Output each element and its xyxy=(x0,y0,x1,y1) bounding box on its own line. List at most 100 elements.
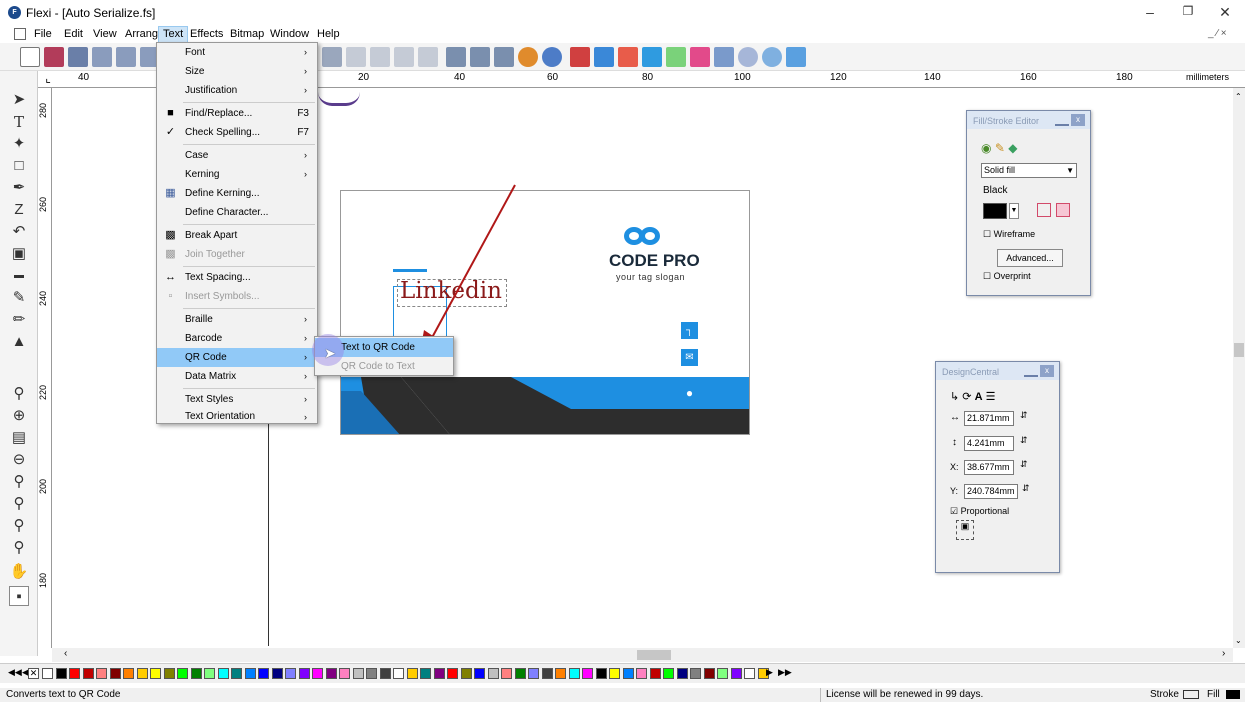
menu-effects[interactable]: Effects xyxy=(186,26,227,43)
menu-item-kerning[interactable]: Kerning › xyxy=(157,165,317,184)
zoom-fit-icon[interactable]: ⚲ xyxy=(9,472,29,492)
menu-bitmap[interactable]: Bitmap xyxy=(226,26,268,43)
y-spinner[interactable]: ⇵ xyxy=(1022,483,1030,494)
new-document-icon[interactable] xyxy=(20,47,40,67)
menu-item-break-apart[interactable]: ▩ Break Apart xyxy=(157,226,317,245)
zoom-in-icon[interactable]: ⊕ xyxy=(9,406,29,426)
production-icon[interactable] xyxy=(570,47,590,67)
color-swatch[interactable] xyxy=(447,668,458,679)
color-swatch[interactable] xyxy=(204,668,215,679)
color-swatch[interactable] xyxy=(609,668,620,679)
upload-icon[interactable] xyxy=(762,47,782,67)
color-swatch[interactable] xyxy=(541,668,553,679)
color-swatch[interactable] xyxy=(622,668,634,679)
menu-item-text-orientation[interactable]: Text Orientation › xyxy=(157,409,317,425)
panel-close-button[interactable]: x xyxy=(1040,365,1054,377)
color-swatch[interactable] xyxy=(150,668,161,679)
rectangle-tool-icon[interactable]: □ xyxy=(9,156,29,176)
measure-tool-icon[interactable]: ▬ xyxy=(9,266,29,286)
restore-button[interactable]: ❐ xyxy=(1173,4,1203,22)
text-tab-icon[interactable]: A xyxy=(975,391,983,403)
zoom-all-icon[interactable]: ⚲ xyxy=(9,516,29,536)
palette-last-icon[interactable]: ▶▶ xyxy=(778,667,792,678)
color-swatch[interactable] xyxy=(663,668,674,679)
vertical-scroll-thumb[interactable] xyxy=(1234,343,1244,357)
undo-list-icon[interactable] xyxy=(370,47,390,67)
ruler-origin-icon[interactable]: ⌞ xyxy=(38,71,58,88)
zoom-out-icon[interactable]: ⊖ xyxy=(9,450,29,470)
pen-tool-icon[interactable]: ✒ xyxy=(9,178,29,198)
share-icon[interactable] xyxy=(786,47,806,67)
stroke-tab-icon[interactable]: ✎ xyxy=(995,141,1005,155)
color-swatch[interactable] xyxy=(528,668,539,679)
text-tool-icon[interactable]: T xyxy=(9,112,29,132)
color-swatch[interactable] xyxy=(555,668,566,679)
save-icon[interactable] xyxy=(68,47,88,67)
color-swatch[interactable] xyxy=(285,668,296,679)
menu-item-justification[interactable]: Justification › xyxy=(157,81,317,100)
position-tab-icon[interactable]: ↳ xyxy=(950,391,959,403)
menu-window[interactable]: Window xyxy=(266,26,313,43)
color-swatch[interactable] xyxy=(433,668,445,679)
zigzag-tool-icon[interactable]: Z xyxy=(9,200,29,220)
color-swatch[interactable] xyxy=(582,668,593,679)
color-swatch[interactable] xyxy=(501,668,512,679)
color-swatch[interactable] xyxy=(474,668,485,679)
reference-point-icon[interactable]: ▣ xyxy=(956,520,974,540)
color-icon[interactable] xyxy=(518,47,538,67)
fill-stroke-tabs[interactable]: ◉ ✎ ◆ xyxy=(981,141,1041,157)
color-swatch[interactable] xyxy=(703,668,715,679)
zoom-in-area-icon[interactable]: ⚲ xyxy=(9,384,29,404)
shape-edit-tool-icon[interactable]: ✦ xyxy=(9,134,29,154)
import-icon[interactable] xyxy=(92,47,112,67)
paste-icon[interactable] xyxy=(322,47,342,67)
menu-item-case[interactable]: Case › xyxy=(157,146,317,165)
export-icon[interactable] xyxy=(116,47,136,67)
open-icon[interactable] xyxy=(44,47,64,67)
color-swatch[interactable] xyxy=(82,668,94,679)
select-tool-icon[interactable]: ➤ xyxy=(9,90,29,110)
effects-tab-icon[interactable]: ◆ xyxy=(1008,141,1017,155)
align-tab-icon[interactable]: ☰ xyxy=(986,391,996,403)
horizontal-scrollbar[interactable]: ‹ › xyxy=(52,648,1233,662)
color-swatch[interactable] xyxy=(487,668,499,679)
panel-minimize-button[interactable] xyxy=(1055,114,1069,126)
undo-icon[interactable] xyxy=(346,47,366,67)
color-swatch[interactable] xyxy=(744,668,755,679)
color-swatch[interactable] xyxy=(69,668,80,679)
rotate-tab-icon[interactable]: ⟳ xyxy=(962,391,971,403)
color-swatch[interactable] xyxy=(339,668,350,679)
menu-item-text-spacing[interactable]: ↔ Text Spacing... xyxy=(157,268,317,287)
cloud-icon[interactable] xyxy=(738,47,758,67)
zoom-selection-icon[interactable]: ⚲ xyxy=(9,494,29,514)
scroll-left-icon[interactable]: ‹ xyxy=(64,648,67,659)
horizontal-scroll-thumb[interactable] xyxy=(637,650,671,660)
color-swatch[interactable] xyxy=(109,668,121,679)
menu-item-font[interactable]: Font › xyxy=(157,43,317,62)
design-central-icon[interactable] xyxy=(594,47,614,67)
eyedropper-tool-icon[interactable]: ✏ xyxy=(9,310,29,330)
color-swatch[interactable] xyxy=(231,668,242,679)
fill-tool-icon[interactable]: ▲ xyxy=(9,332,29,352)
color-swatch[interactable] xyxy=(514,668,526,679)
spot-icon[interactable] xyxy=(642,47,662,67)
grid-icon[interactable] xyxy=(666,47,686,67)
zoom-page-icon[interactable]: ▤ xyxy=(9,428,29,448)
layers-icon[interactable] xyxy=(690,47,710,67)
pan-tool-icon[interactable]: ✋ xyxy=(9,562,29,582)
no-color-swatch[interactable]: ✕ xyxy=(28,668,39,679)
color-swatch[interactable] xyxy=(42,668,53,679)
menu-item-qr-code[interactable]: QR Code › xyxy=(157,348,317,367)
fill-tab-icon[interactable]: ◉ xyxy=(981,141,991,155)
menu-file[interactable]: File xyxy=(30,26,56,43)
color-swatch[interactable] xyxy=(420,668,431,679)
zoom-icon[interactable] xyxy=(542,47,562,67)
color-swatch[interactable] xyxy=(717,668,728,679)
menu-item-barcode[interactable]: Barcode › xyxy=(157,329,317,348)
stroke-mode-button[interactable] xyxy=(1056,203,1070,217)
pencil-tool-icon[interactable]: ✎ xyxy=(9,288,29,308)
overprint-checkbox[interactable]: ☐ Overprint xyxy=(983,271,1031,282)
color-swatch[interactable] xyxy=(325,668,337,679)
menu-item-define-character[interactable]: Define Character... xyxy=(157,203,317,222)
menu-item-size[interactable]: Size › xyxy=(157,62,317,81)
